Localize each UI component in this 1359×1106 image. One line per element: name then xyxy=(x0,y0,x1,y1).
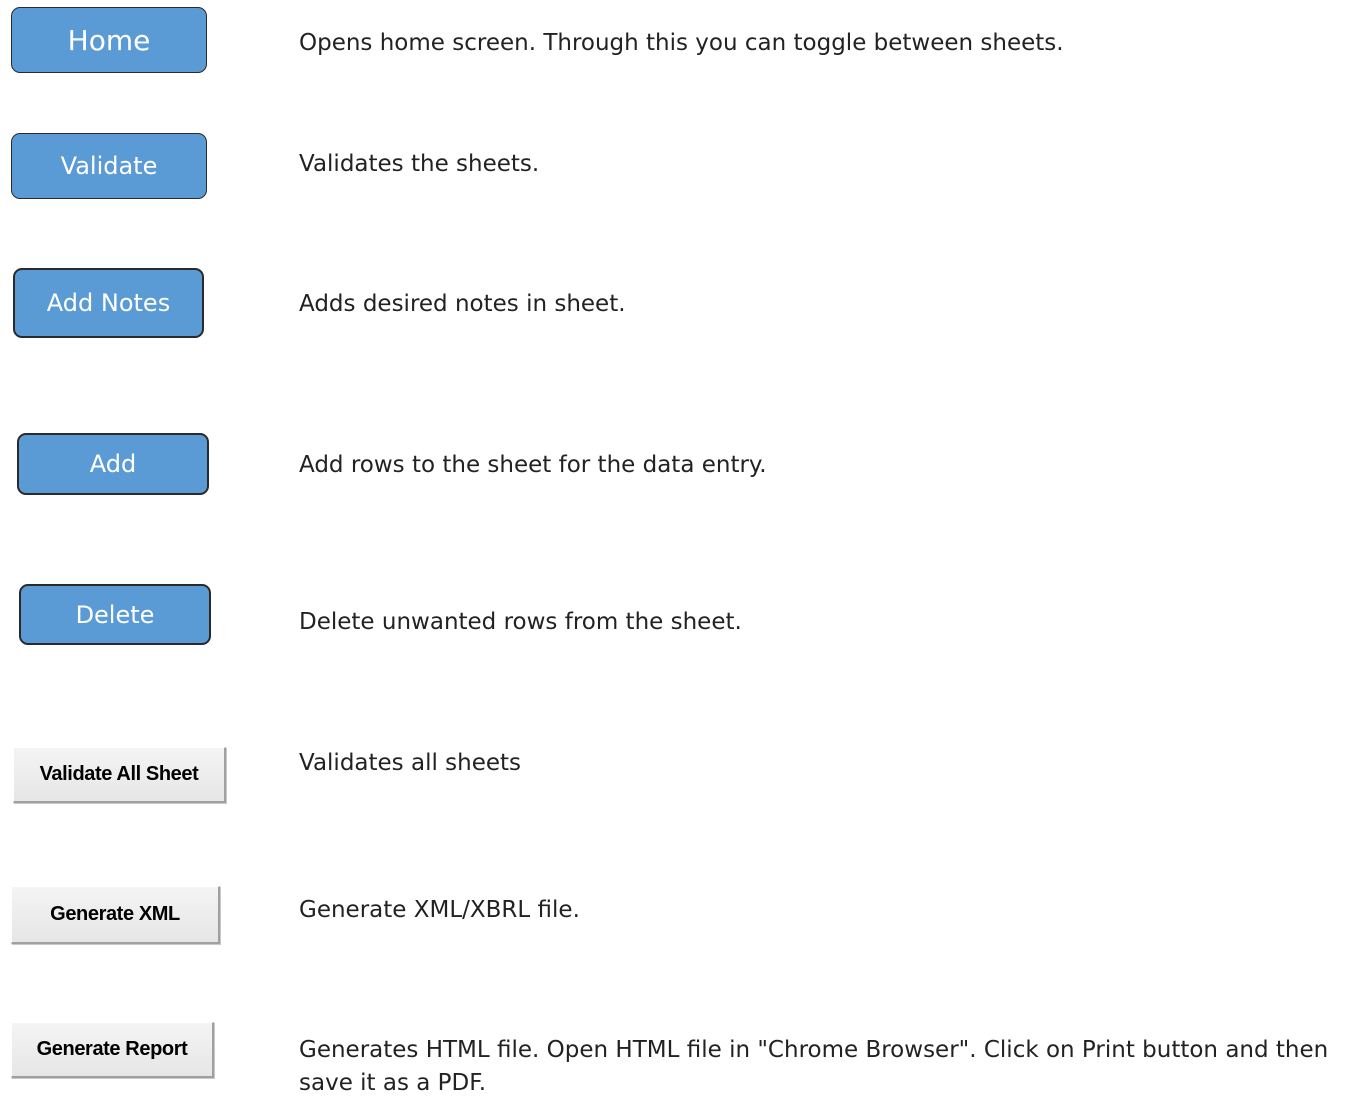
validate-all-sheet-button[interactable]: Validate All Sheet xyxy=(13,747,226,803)
generate-xml-button[interactable]: Generate XML xyxy=(11,886,220,944)
validate-description: Validates the sheets. xyxy=(299,151,540,177)
add-notes-button[interactable]: Add Notes xyxy=(13,268,204,338)
generate-report-button[interactable]: Generate Report xyxy=(11,1022,214,1078)
validate-button[interactable]: Validate xyxy=(11,133,207,199)
add-notes-description: Adds desired notes in sheet. xyxy=(299,291,626,317)
generate-report-description: Generates HTML file. Open HTML file in "… xyxy=(299,1037,1329,1096)
delete-button[interactable]: Delete xyxy=(19,584,211,645)
add-button[interactable]: Add xyxy=(17,433,209,495)
generate-xml-description: Generate XML/XBRL file. xyxy=(299,897,580,923)
validate-all-sheet-description: Validates all sheets xyxy=(299,750,522,776)
add-description: Add rows to the sheet for the data entry… xyxy=(299,452,767,478)
home-button[interactable]: Home xyxy=(11,7,207,73)
home-description: Opens home screen. Through this you can … xyxy=(299,30,1064,56)
delete-description: Delete unwanted rows from the sheet. xyxy=(299,609,742,635)
